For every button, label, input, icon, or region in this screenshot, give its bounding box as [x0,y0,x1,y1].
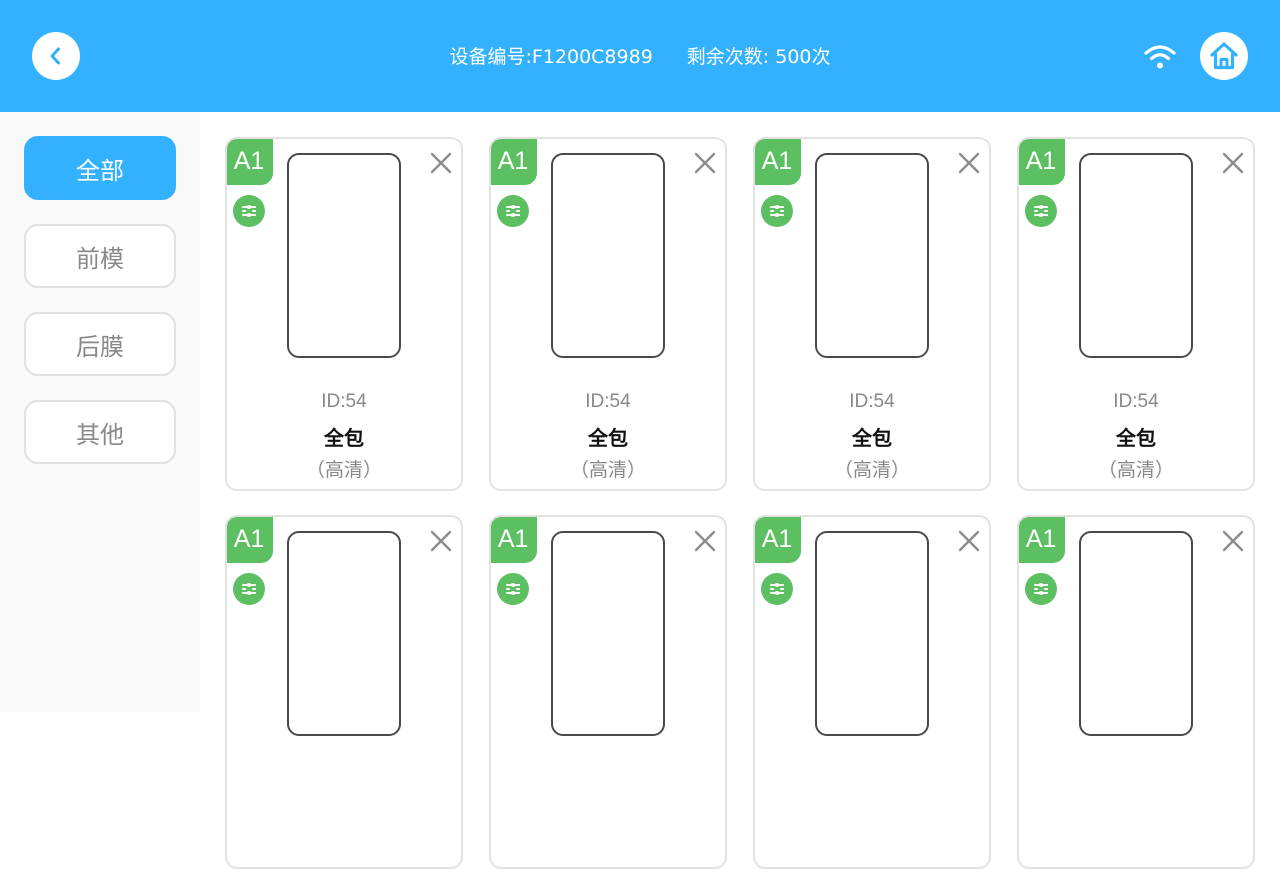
film-card[interactable]: A1 [225,515,463,869]
filter-icon[interactable] [497,195,529,227]
phone-outline [287,153,401,358]
model-badge: A1 [227,139,273,185]
card-id: ID:54 [585,391,631,412]
card-id: ID:54 [849,391,895,412]
card-name: 全包 [1116,426,1156,450]
filter-icon[interactable] [1025,573,1057,605]
card-name: 全包 [324,426,364,450]
close-icon[interactable] [1221,151,1245,175]
category-back-film[interactable]: 后膜 [24,312,176,376]
category-label: 全部 [76,156,124,185]
phone-outline [1079,531,1193,736]
category-other[interactable]: 其他 [24,400,176,464]
film-card[interactable]: A1 ID:54 全包 （高清） [753,137,991,491]
film-card[interactable]: A1 [1017,515,1255,869]
card-subtitle: （高清） [1097,459,1174,481]
category-all[interactable]: 全部 [24,136,176,200]
remaining-count: 剩余次数: 500次 [686,46,831,68]
top-bar: 设备编号:F1200C8989 剩余次数: 500次 [0,0,1280,112]
card-id: ID:54 [1113,391,1159,412]
card-name: 全包 [852,426,892,450]
model-badge: A1 [491,517,537,563]
filter-icon[interactable] [761,195,793,227]
filter-icon[interactable] [233,573,265,605]
model-badge: A1 [755,139,801,185]
filter-icon[interactable] [233,195,265,227]
category-label: 后膜 [76,332,124,361]
film-card[interactable]: A1 ID:54 全包 （高清） [489,137,727,491]
model-badge: A1 [755,517,801,563]
card-subtitle: （高清） [305,459,382,481]
home-button[interactable] [1200,32,1248,80]
phone-outline [815,531,929,736]
film-card[interactable]: A1 ID:54 全包 （高清） [225,137,463,491]
filter-icon[interactable] [497,573,529,605]
film-card[interactable]: A1 ID:54 全包 （高清） [1017,137,1255,491]
filter-icon[interactable] [1025,195,1057,227]
filter-icon[interactable] [761,573,793,605]
model-badge: A1 [491,139,537,185]
home-icon [1210,42,1238,70]
category-sidebar: 全部 前模 后膜 其他 [0,112,200,712]
film-card[interactable]: A1 [753,515,991,869]
wifi-icon [1144,45,1176,69]
close-icon[interactable] [957,151,981,175]
close-icon[interactable] [429,529,453,553]
film-card[interactable]: A1 [489,515,727,869]
card-id: ID:54 [321,391,367,412]
card-subtitle: （高清） [569,459,646,481]
card-subtitle: （高清） [833,459,910,481]
device-number: 设备编号:F1200C8989 [449,46,653,68]
close-icon[interactable] [429,151,453,175]
device-info: 设备编号:F1200C8989 剩余次数: 500次 [0,44,1280,70]
category-label: 其他 [76,420,124,449]
card-name: 全包 [588,426,628,450]
model-badge: A1 [1019,139,1065,185]
phone-outline [287,531,401,736]
phone-outline [1079,153,1193,358]
close-icon[interactable] [957,529,981,553]
model-badge: A1 [1019,517,1065,563]
phone-outline [551,153,665,358]
phone-outline [815,153,929,358]
model-badge: A1 [227,517,273,563]
phone-outline [551,531,665,736]
close-icon[interactable] [693,151,717,175]
close-icon[interactable] [693,529,717,553]
category-label: 前模 [76,244,124,273]
category-front-mold[interactable]: 前模 [24,224,176,288]
close-icon[interactable] [1221,529,1245,553]
